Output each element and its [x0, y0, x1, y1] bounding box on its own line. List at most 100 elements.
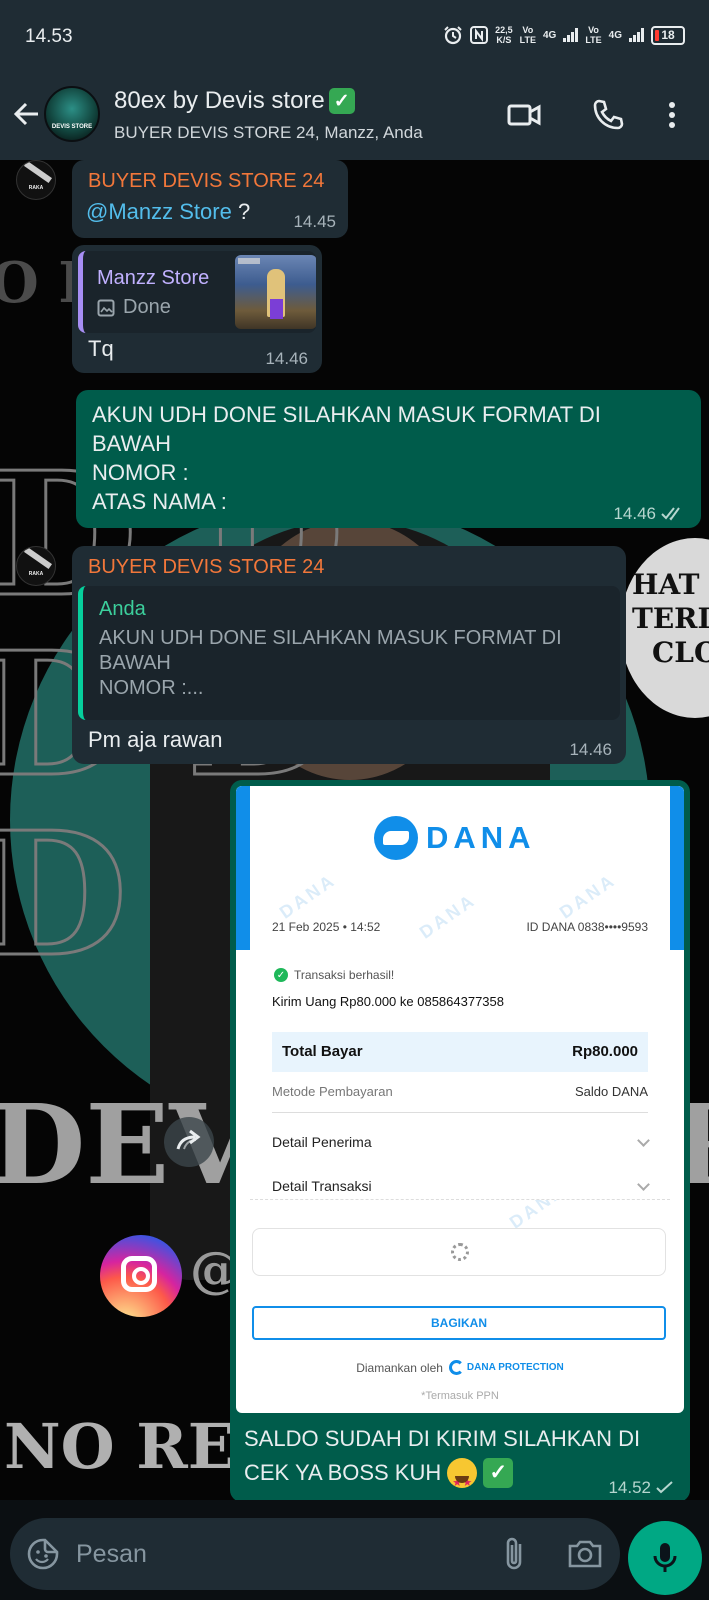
quoted-text-content: Done [123, 296, 171, 318]
chat-title[interactable]: 80ex by Devis store ✓ [114, 87, 355, 115]
back-arrow-icon[interactable] [10, 97, 44, 131]
quoted-line-3: NOMOR :... [99, 677, 204, 699]
forward-icon [176, 1129, 201, 1150]
phone-call-icon[interactable] [590, 97, 626, 133]
message-bubble[interactable]: BUYER DEVIS STORE 24 Anda AKUN UDH DONE … [72, 546, 626, 764]
divider [272, 1112, 648, 1113]
receipt-account-id: ID DANA 0838••••9593 [526, 920, 648, 934]
success-check-icon: ✓ [274, 968, 288, 982]
caption-line-1: SALDO SUDAH DI KIRIM SILAHKAN DI [244, 1426, 641, 1451]
check-mark-icon: ✓ [328, 88, 355, 114]
video-call-icon[interactable] [506, 97, 542, 133]
avatar-text: DEVIS STORE [51, 124, 93, 130]
network-type-1: 4G [542, 29, 557, 41]
message-text: @Manzz Store ? [86, 198, 250, 225]
receipt-body: ✓ Transaksi berhasil! Kirim Uang Rp80.000… [250, 950, 670, 1200]
signal-icon [563, 28, 579, 42]
double-check-icon [661, 506, 680, 521]
battery-level: 18 [661, 28, 675, 42]
transaction-status-text: Transaksi berhasil! [294, 968, 395, 982]
message-line-2: BAWAH [92, 431, 172, 456]
chevron-down-icon [637, 1134, 650, 1147]
message-time: 14.46 [613, 504, 656, 523]
message-bubble[interactable]: Manzz Store Done Tq 14.46 [72, 245, 322, 373]
spinner-icon [451, 1243, 469, 1261]
voice-record-button[interactable] [628, 1521, 702, 1595]
camera-icon[interactable] [566, 1536, 604, 1572]
receipt-image[interactable]: DANA DANA DANA DANA DANA DANA DANA 21 Fe… [236, 786, 684, 1413]
quoted-message[interactable]: Anda AKUN UDH DONE SILAHKAN MASUK FORMAT… [78, 586, 620, 720]
wallpaper-devis-text: DEV [0, 1080, 255, 1209]
message-time: 14.46 [569, 740, 612, 759]
receipt-side-bar [236, 786, 250, 950]
status-time: 14.53 [25, 26, 73, 47]
transaction-details-row: Detail Transaksi [272, 1178, 372, 1194]
signal-icon [629, 28, 644, 42]
payment-method-value: Saldo DANA [575, 1084, 648, 1099]
more-options-icon[interactable] [654, 97, 690, 133]
wallpaper-outline-letters-3: D [0, 795, 129, 995]
secured-by: Diamankan oleh DANA PROTECTION [236, 1360, 684, 1375]
group-avatar[interactable]: DEVIS STORE [44, 86, 100, 142]
forward-button[interactable] [164, 1117, 214, 1167]
microphone-icon [653, 1543, 677, 1572]
badge-line-2: TERI [632, 602, 709, 635]
recipient-details-row: Detail Penerima [272, 1134, 372, 1150]
chat-title-text: 80ex by Devis store [114, 87, 325, 114]
quoted-line-1: AKUN UDH DONE SILAHKAN MASUK FORMAT DI [99, 627, 562, 649]
message-bubble-outgoing[interactable]: AKUN UDH DONE SILAHKAN MASUK FORMAT DI B… [76, 390, 701, 528]
message-meta: 14.52 [608, 1474, 674, 1501]
message-time: 14.46 [265, 349, 308, 368]
loading-box [252, 1228, 666, 1276]
payment-method-label: Metode Pembayaran [272, 1084, 393, 1099]
volte-2-top: Vo [588, 25, 599, 35]
message-text: AKUN UDH DONE SILAHKAN MASUK FORMAT DI B… [92, 400, 601, 516]
message-line-3: NOMOR : [92, 460, 189, 485]
chat-participants[interactable]: BUYER DEVIS STORE 24, Manzz, Anda [114, 123, 423, 143]
message-input-container[interactable]: Pesan [10, 1518, 620, 1590]
shield-icon [448, 1360, 464, 1375]
dana-logo: DANA [374, 816, 536, 860]
quoted-message[interactable]: Manzz Store Done [78, 251, 316, 333]
volte-2: Vo LTE [585, 25, 601, 45]
volte-1-bottom: LTE [519, 35, 536, 45]
status-icons: 22,5 K/S Vo LTE 4G Vo LTE 4G 18 [443, 25, 685, 45]
net-speed-unit: K/S [496, 35, 512, 45]
tax-note: *Termasuk PPN [421, 1390, 499, 1402]
mention-link[interactable]: @Manzz Store [86, 199, 232, 224]
message-meta: 14.46 [613, 500, 685, 527]
total-row: Total Bayar Rp80.000 [272, 1032, 648, 1072]
message-time: 14.45 [293, 212, 336, 231]
network-type-2: 4G [608, 29, 622, 41]
message-bubble[interactable]: BUYER DEVIS STORE 24 @Manzz Store ? 14.4… [72, 160, 348, 238]
chevron-down-icon [637, 1178, 650, 1191]
message-input[interactable]: Pesan [76, 1540, 147, 1569]
sender-avatar[interactable]: RAKA [16, 546, 56, 586]
alarm-icon [444, 26, 462, 45]
dana-logo-text: DANA [426, 820, 536, 855]
single-check-icon [656, 1480, 673, 1493]
message-time: 14.52 [608, 1478, 651, 1497]
message-text: Pm aja rawan [88, 727, 223, 752]
message-line-4: ATAS NAMA : [92, 489, 227, 514]
attach-icon[interactable] [498, 1535, 534, 1573]
total-value: Rp80.000 [572, 1043, 638, 1060]
share-button: BAGIKAN [252, 1306, 666, 1340]
volte-1-top: Vo [522, 25, 534, 35]
check-mark-icon: ✓ [483, 1458, 514, 1488]
receipt-side-bar [670, 786, 684, 950]
net-speed-value: 22,5 [495, 25, 513, 35]
sender-avatar[interactable]: RAKA [16, 160, 56, 200]
quoted-sender: Manzz Store [97, 267, 210, 289]
composer-bar: Pesan [0, 1500, 709, 1600]
transaction-status: ✓ Transaksi berhasil! [274, 968, 394, 982]
badge-line-1: HAT [632, 568, 700, 601]
total-label: Total Bayar [282, 1043, 363, 1060]
caption-line-2-text: CEK YA BOSS KUH [244, 1460, 442, 1485]
wallpaper-badge: HAT TERI CLO [620, 538, 709, 718]
message-text-rest: ? [231, 199, 251, 224]
secured-by-label: Diamankan oleh [356, 1360, 443, 1375]
image-icon [97, 299, 115, 316]
sticker-icon[interactable] [26, 1537, 60, 1571]
quoted-text: Done [97, 295, 171, 320]
